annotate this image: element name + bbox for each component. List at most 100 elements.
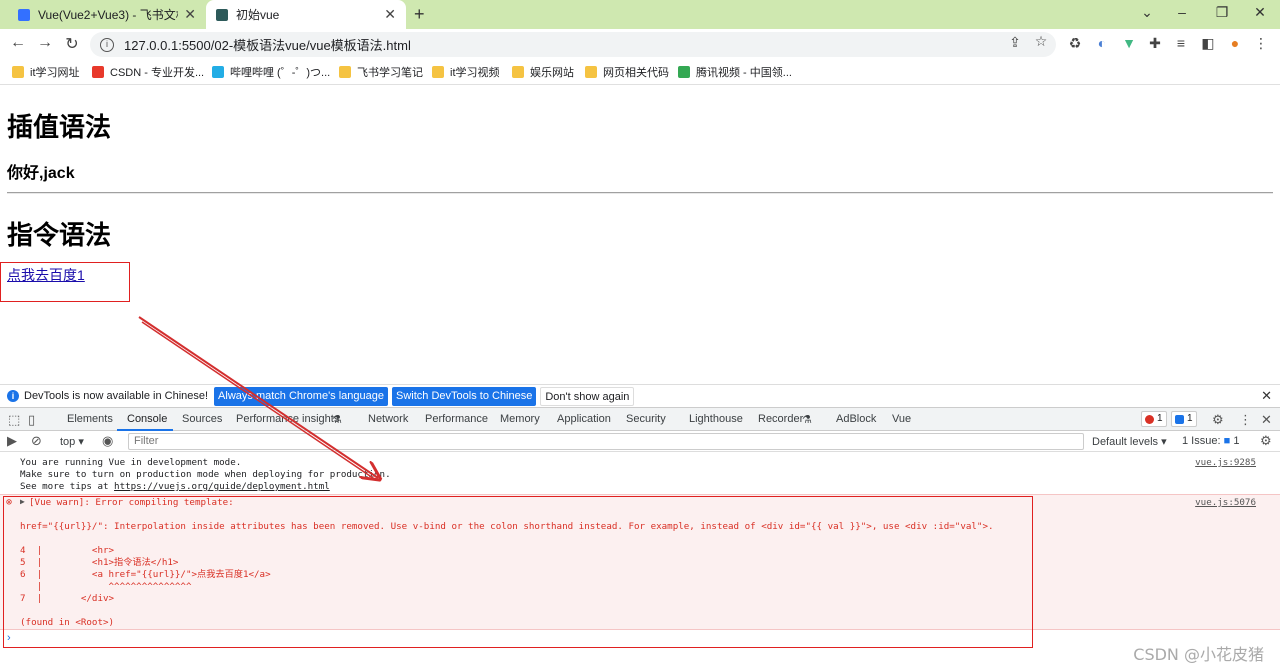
folder-icon	[12, 66, 24, 78]
back-arrow-icon[interactable]: ←	[8, 34, 28, 52]
inspect-element-icon[interactable]: ⬚	[8, 412, 20, 428]
tab-performance-insights[interactable]: Performance insights	[236, 413, 339, 425]
close-devtools-icon[interactable]: ✕	[1261, 412, 1272, 428]
console-toolbar: ▶ ⊘ top ▾ ◉ Filter Default levels ▾ 1 Is…	[0, 431, 1280, 452]
issues-count: 1	[1233, 435, 1240, 447]
browser-tab-strip: Vue(Vue2+Vue3) - 飞书文档 ✕ 初始vue ✕ + ⌄ – ❐ …	[0, 0, 1280, 29]
browser-tab-feishu[interactable]: Vue(Vue2+Vue3) - 飞书文档 ✕	[8, 0, 206, 29]
tab-title: Vue(Vue2+Vue3) - 飞书文档	[38, 8, 179, 22]
message-count-badge[interactable]: 1	[1171, 411, 1197, 427]
error-count: 1	[1157, 413, 1163, 424]
infobar-message: DevTools is now available in Chinese!	[24, 390, 209, 402]
context-label: top	[60, 436, 76, 448]
extension-circle-icon[interactable]: ◐	[1093, 35, 1111, 51]
bookmark-folder[interactable]: it学习网址	[12, 64, 80, 80]
tab-recorder[interactable]: Recorder	[758, 413, 803, 425]
context-selector[interactable]: top ▾	[60, 435, 84, 448]
device-toolbar-icon[interactable]: ▯	[28, 412, 35, 428]
error-count-badge[interactable]: 1	[1141, 411, 1167, 427]
baidu-link[interactable]: 点我去百度1	[7, 265, 85, 285]
maximize-button[interactable]: ❐	[1212, 4, 1232, 21]
new-tab-button[interactable]: +	[414, 4, 425, 25]
tab-security[interactable]: Security	[626, 413, 666, 425]
bookmark-folder[interactable]: 娱乐网站	[512, 64, 574, 80]
tab-search-icon[interactable]: ⌄	[1137, 4, 1157, 21]
bookmark-label: 哔哩哔哩 (゜-゜)つ...	[230, 67, 331, 79]
deployment-guide-link[interactable]: https://vuejs.org/guide/deployment.html	[114, 481, 330, 492]
bookmarks-bar: it学习网址 CSDN - 专业开发... 哔哩哔哩 (゜-゜)つ... 飞书学…	[0, 59, 1280, 85]
info-icon: i	[7, 390, 19, 402]
browser-toolbar: ← → ↻ i 127.0.0.1:5500/02-模板语法vue/vue模板语…	[0, 29, 1280, 59]
folder-icon	[512, 66, 524, 78]
bookmark-item[interactable]: 哔哩哔哩 (゜-゜)つ...	[212, 64, 330, 80]
heading-interpolation: 插值语法	[7, 113, 112, 143]
bookmark-label: 网页相关代码	[603, 67, 669, 79]
tab-lighthouse[interactable]: Lighthouse	[689, 413, 743, 425]
address-bar[interactable]: i 127.0.0.1:5500/02-模板语法vue/vue模板语法.html	[90, 32, 1056, 57]
reading-list-icon[interactable]: ≡	[1172, 35, 1190, 51]
console-info-text: See more tips at	[20, 481, 115, 492]
bookmark-label: 腾讯视频 - 中国领...	[696, 67, 792, 79]
message-icon	[1175, 414, 1184, 424]
close-window-button[interactable]: ✕	[1250, 4, 1270, 21]
more-options-icon[interactable]: ⋮	[1239, 412, 1252, 428]
tab-network[interactable]: Network	[368, 413, 408, 425]
console-settings-icon[interactable]: ⚙	[1260, 433, 1272, 449]
tab-memory[interactable]: Memory	[500, 413, 540, 425]
browser-tab-vue[interactable]: 初始vue ✕	[206, 0, 406, 29]
switch-devtools-chinese-button[interactable]: Switch DevTools to Chinese	[392, 386, 537, 406]
site-info-icon[interactable]: i	[100, 37, 114, 52]
source-link[interactable]: vue.js:5076	[1195, 497, 1256, 508]
bookmark-item[interactable]: 腾讯视频 - 中国领...	[678, 64, 792, 80]
tab-console[interactable]: Console	[127, 413, 167, 425]
log-levels-dropdown[interactable]: Default levels ▾	[1092, 435, 1167, 448]
minimize-button[interactable]: –	[1172, 4, 1192, 20]
live-expression-eye-icon[interactable]: ◉	[102, 433, 113, 449]
console-filter-input[interactable]: Filter	[128, 433, 1084, 450]
reload-icon[interactable]: ↻	[62, 34, 82, 54]
page-favicon-icon	[216, 8, 228, 21]
bookmark-folder[interactable]: 飞书学习笔记	[339, 64, 423, 80]
tab-elements[interactable]: Elements	[67, 413, 113, 425]
forward-arrow-icon[interactable]: →	[35, 34, 55, 52]
console-info-line: Make sure to turn on production mode whe…	[20, 469, 391, 480]
flask-icon: ⚗	[802, 414, 812, 426]
horizontal-rule	[7, 192, 1273, 194]
sidebar-toggle-icon[interactable]: ▶	[7, 433, 17, 449]
console-info-line: You are running Vue in development mode.	[20, 457, 242, 468]
close-infobar-icon[interactable]: ✕	[1261, 388, 1272, 404]
watermark: CSDN @小花皮猪	[1133, 645, 1264, 664]
clear-console-icon[interactable]: ⊘	[31, 433, 42, 449]
tab-sources[interactable]: Sources	[182, 413, 222, 425]
share-icon[interactable]: ⇪	[1006, 34, 1024, 51]
web-page-content: 插值语法 你好,jack 指令语法 点我去百度1	[0, 86, 1280, 384]
profile-avatar-icon[interactable]: ●	[1226, 35, 1244, 51]
extension-recycle-icon[interactable]: ♻	[1066, 35, 1084, 52]
always-match-language-button[interactable]: Always match Chrome's language	[214, 386, 389, 406]
tencent-video-icon	[678, 66, 690, 78]
close-tab-icon[interactable]: ✕	[184, 6, 196, 23]
issues-counter[interactable]: 1 Issue: ■ 1	[1182, 435, 1239, 447]
bookmark-folder[interactable]: 网页相关代码	[585, 64, 669, 80]
heading-directive: 指令语法	[7, 221, 112, 251]
tab-vue[interactable]: Vue	[892, 413, 911, 425]
dont-show-again-button[interactable]: Don't show again	[540, 386, 635, 406]
source-link[interactable]: vue.js:9285	[1195, 457, 1256, 468]
flask-icon: ⚗	[332, 414, 342, 426]
bookmark-star-icon[interactable]: ☆	[1032, 33, 1050, 50]
bookmark-folder[interactable]: it学习视频	[432, 64, 500, 80]
extensions-puzzle-icon[interactable]: ✚	[1146, 35, 1164, 52]
close-tab-icon[interactable]: ✕	[384, 6, 396, 23]
csdn-icon	[92, 66, 104, 78]
tab-adblock[interactable]: AdBlock	[836, 413, 876, 425]
settings-gear-icon[interactable]: ⚙	[1212, 412, 1224, 428]
vue-devtools-icon[interactable]: ▼	[1120, 35, 1138, 51]
tab-application[interactable]: Application	[557, 413, 611, 425]
side-panel-icon[interactable]: ◧	[1199, 35, 1217, 52]
bookmark-label: it学习视频	[450, 67, 500, 79]
bookmark-item[interactable]: CSDN - 专业开发...	[92, 64, 204, 80]
bookmark-label: 飞书学习笔记	[357, 67, 423, 79]
tab-performance[interactable]: Performance	[425, 413, 488, 425]
menu-kebab-icon[interactable]: ⋮	[1252, 35, 1270, 52]
annotation-highlight-box	[3, 496, 1033, 648]
